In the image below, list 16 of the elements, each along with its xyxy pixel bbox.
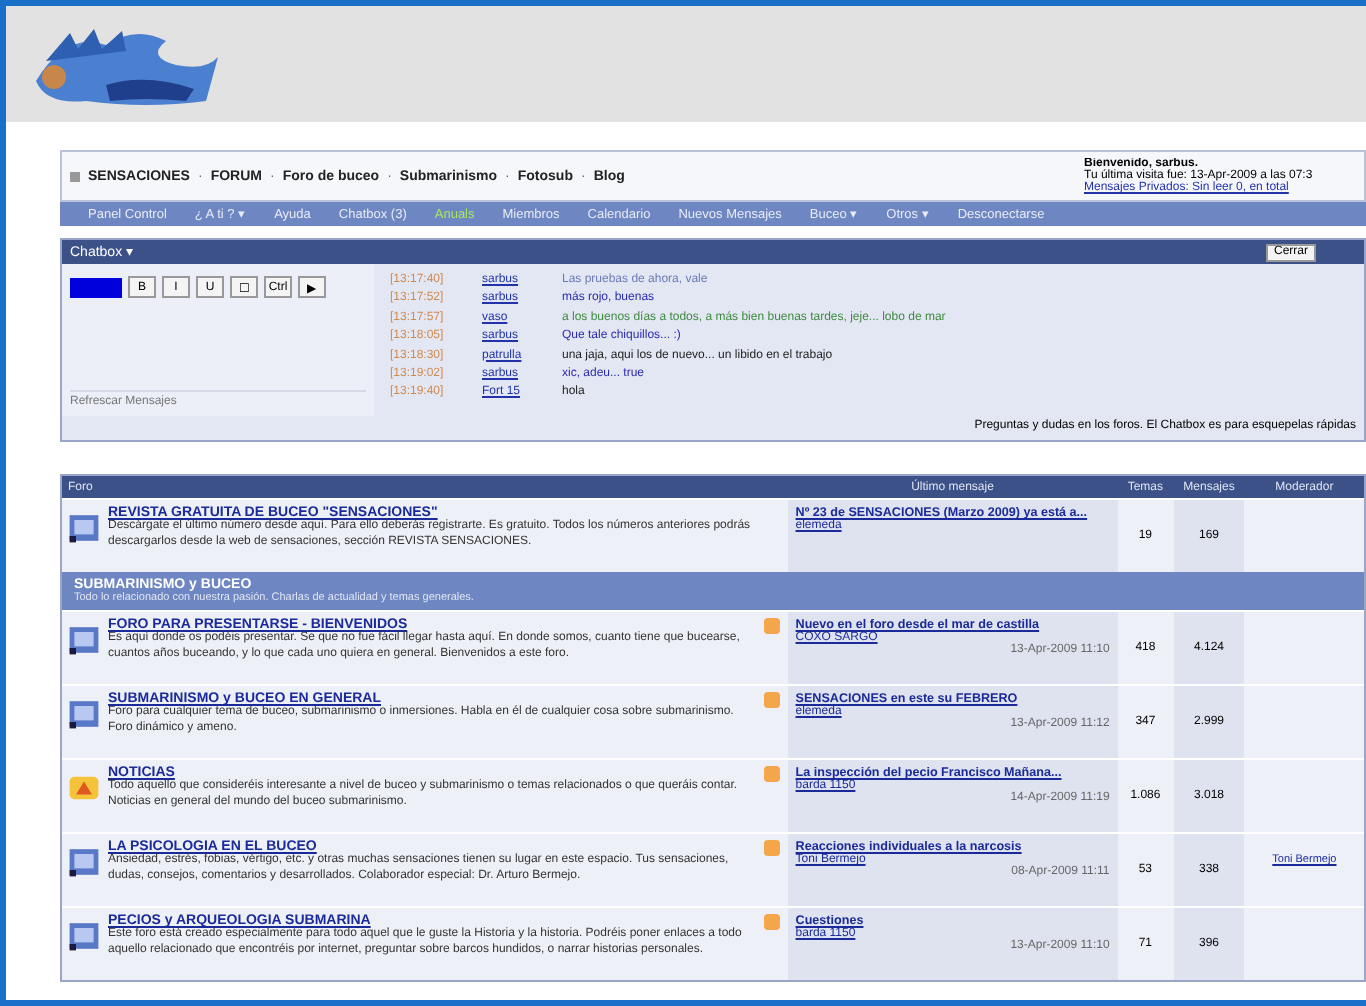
rss-icon[interactable]: [763, 618, 780, 634]
rss-icon[interactable]: [763, 692, 780, 708]
news-forum-icon: [68, 772, 100, 804]
rss-icon[interactable]: [763, 840, 780, 856]
forum-icon: [68, 624, 100, 656]
forum-icon: [68, 846, 100, 878]
forum-icon: [68, 512, 100, 544]
color-swatch[interactable]: [70, 277, 122, 297]
forum-icon: [68, 698, 100, 730]
rss-icon[interactable]: [763, 914, 780, 930]
home-icon: [70, 171, 80, 181]
moderator-cell: [1244, 612, 1365, 684]
forum-icon: [68, 920, 100, 952]
moderator-cell: [1244, 686, 1365, 758]
moderator-cell: [1244, 500, 1365, 572]
rss-icon[interactable]: [763, 766, 780, 782]
